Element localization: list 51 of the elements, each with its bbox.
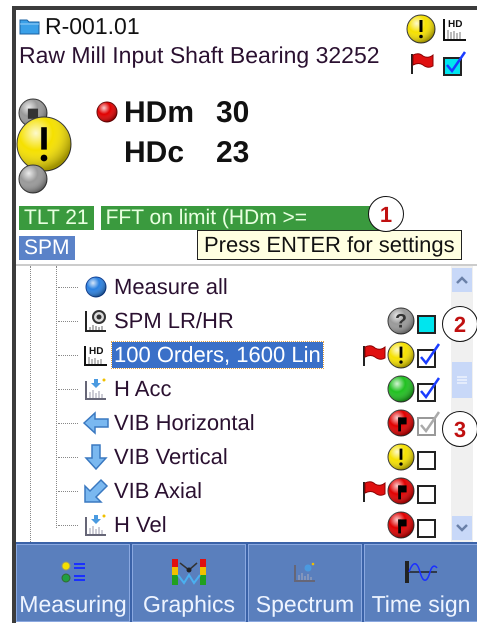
chevron-up-icon [456,276,468,284]
tree-item[interactable]: H Acc [112,376,174,402]
warning-icon [387,341,415,369]
callout-number: 1 [368,196,404,232]
status-tag: TLT 21 [19,206,94,230]
toolbar-button[interactable]: Measuring [16,544,130,622]
scroll-thumb[interactable] [452,362,472,398]
alarm-flag-ball-icon [387,511,415,539]
toolbar-button[interactable]: Time sign [364,544,477,622]
machine-name: Raw Mill Input Shaft Bearing 32252 [19,41,380,70]
tooltip: Press ENTER for settings [197,230,462,260]
chevron-down-icon [456,524,468,532]
checkbox[interactable] [417,342,441,368]
tree-item[interactable]: VIB Vertical [112,444,230,470]
location-title: R-001.01 [45,12,140,40]
reading-label: HDm [124,94,196,130]
help-icon: ? [387,307,415,335]
bar-graph-icon [171,557,207,587]
status-tag: SPM [19,236,75,260]
alarm-flag-ball-icon [387,477,415,505]
spectrum-chart-icon [84,377,108,401]
toolbar-button[interactable]: Spectrum [248,544,362,622]
toolbar-button[interactable]: Graphics [132,544,246,622]
spectrum-chart-icon [84,513,108,537]
warning-icon [406,14,436,44]
checkbox[interactable] [443,50,467,76]
tree-item[interactable]: VIB Axial [112,478,204,504]
tree-item[interactable]: Measure all [112,274,230,300]
readings-icon [59,559,87,585]
diagonal-arrow-icon [83,478,109,504]
reading-label: HDc [124,134,186,170]
tree-item[interactable]: 100 Orders, 1600 Lin [112,342,323,368]
scroll-down-button[interactable] [452,516,472,540]
tree-item[interactable]: SPM LR/HR [112,308,236,334]
spectrum-icon [293,561,317,583]
tree-item[interactable]: H Vel [112,512,169,538]
down-arrow-icon [84,443,108,471]
ball-icon [85,276,107,298]
callout-number: 3 [442,411,477,447]
time-signal-icon [403,559,439,585]
alarm-flag-ball-icon [387,409,415,437]
reading-value: 23 [216,134,250,170]
tree-item[interactable]: VIB Horizontal [112,410,257,436]
folder-icon [19,17,41,35]
left-arrow-icon [82,411,110,435]
scroll-up-button[interactable] [452,268,472,292]
gauge-chart-icon [84,309,108,333]
callout-number: 2 [442,306,477,342]
reading-value: 30 [216,94,250,130]
warning-icon [387,443,415,471]
checkbox[interactable] [417,376,441,402]
